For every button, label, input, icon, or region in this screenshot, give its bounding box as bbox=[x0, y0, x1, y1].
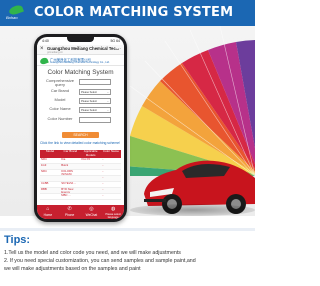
chevron-down-icon: ⌄ bbox=[106, 100, 109, 103]
language-icon: ◍ bbox=[110, 206, 116, 212]
status-time: 4:40 bbox=[42, 39, 49, 43]
status-indicators: 5G 64 bbox=[110, 39, 120, 43]
phone-mockup: 4:40 5G 64 × Guangzhou Meiliang Chemical… bbox=[34, 34, 127, 222]
table-cell bbox=[81, 170, 101, 175]
table-cell: SKYEVIA ... bbox=[61, 182, 77, 185]
chevron-down-icon: ⌄ bbox=[106, 91, 109, 94]
model-value: Please Select bbox=[81, 100, 97, 103]
car-brand-label: Car Brand bbox=[50, 88, 70, 93]
model-select[interactable]: Please Select ⌄ bbox=[79, 98, 111, 104]
color-name-value: Please Select bbox=[81, 109, 97, 112]
table-row[interactable]: MBC ... ... bbox=[40, 194, 121, 200]
tab-wechat-label: WeChat bbox=[85, 213, 98, 217]
form-row-color-number: Color Number bbox=[43, 116, 119, 125]
product-image: Bohao COLOR MATCHING SYSTEM 4:40 5G 64 ×… bbox=[0, 0, 255, 286]
column-header: Color Name bbox=[102, 149, 119, 154]
tips-title: Tips: bbox=[4, 234, 31, 246]
table-cell: 1G3 bbox=[41, 164, 47, 167]
table-cell: ... bbox=[101, 170, 105, 173]
status-bar: 4:40 5G 64 bbox=[37, 37, 124, 45]
phone-screen: 4:40 5G 64 × Guangzhou Meiliang Chemical… bbox=[37, 37, 124, 219]
tab-language[interactable]: ◍ Please select language bbox=[102, 205, 124, 219]
car-shadow bbox=[130, 204, 255, 216]
table-cell: NR4 bbox=[41, 170, 47, 173]
table-cell: ... bbox=[101, 176, 105, 179]
tab-language-label: Please select language bbox=[105, 213, 121, 219]
table-cell: Kia bbox=[61, 158, 66, 161]
table-cell: BYD New Energy bbox=[61, 188, 74, 193]
table-cell: Buick bbox=[61, 164, 69, 167]
form-row-query: Comprehensive query bbox=[43, 78, 119, 88]
company-logo-icon bbox=[39, 56, 49, 66]
table-cell: CLBB bbox=[41, 182, 49, 185]
query-input[interactable] bbox=[79, 79, 111, 85]
table-cell bbox=[81, 176, 101, 181]
table-cell: ... bbox=[101, 188, 105, 191]
table-cell bbox=[81, 194, 101, 199]
table-cell: ... bbox=[101, 164, 105, 167]
tip-line-3: we will make adjustments based on the sa… bbox=[4, 266, 141, 272]
tips-section: Tips: 1.Tell us the model and color code… bbox=[0, 228, 255, 286]
table-cell: MBC ... bbox=[61, 194, 71, 197]
car-brand-value: Please Select bbox=[81, 91, 97, 94]
form-row-car-brand: Car Brand Please Select ⌄ bbox=[43, 88, 119, 97]
results-table: Model Car Brand Applicable Models Color … bbox=[40, 150, 121, 200]
company-name-en: Guangzhou Meiliang Chemical Technology C… bbox=[50, 61, 110, 64]
page-url: gzmeiliang.cn bbox=[47, 51, 63, 54]
table-cell bbox=[60, 176, 80, 181]
divider bbox=[0, 228, 255, 231]
color-name-label: Color Name bbox=[49, 106, 71, 111]
table-cell: KOLORS (NISAN) bbox=[61, 170, 73, 175]
column-header: Applicable Models bbox=[83, 149, 98, 157]
form-title: Color Matching System bbox=[47, 69, 114, 76]
link-note[interactable]: Click the link to view detailed color ma… bbox=[40, 141, 122, 145]
table-cell: ... bbox=[101, 182, 105, 185]
query-label: Comprehensive query bbox=[45, 78, 74, 88]
chevron-down-icon: ⌄ bbox=[106, 109, 109, 112]
tip-line-2: 2. If you need special customization, yo… bbox=[4, 258, 196, 264]
tab-phone[interactable]: ✆ Phone bbox=[59, 205, 81, 219]
more-icon[interactable]: ⋯ bbox=[116, 46, 121, 52]
form-row-model: Model Please Select ⌄ bbox=[43, 97, 119, 106]
brand-logo: Bohao bbox=[6, 3, 26, 21]
banner-title: COLOR MATCHING SYSTEM bbox=[34, 5, 234, 20]
wechat-icon: ◎ bbox=[89, 206, 94, 212]
tip-line-1: 1.Tell us the model and color code you n… bbox=[4, 250, 181, 256]
table-cell bbox=[81, 188, 101, 193]
color-number-input[interactable] bbox=[79, 117, 111, 123]
table-cell bbox=[40, 194, 60, 199]
table-header: Model Car Brand Applicable Models Color … bbox=[40, 150, 121, 158]
tab-home[interactable]: ⌂ Home bbox=[37, 205, 59, 219]
table-cell: RBB bbox=[41, 188, 47, 191]
tab-phone-label: Phone bbox=[65, 213, 75, 217]
company-header: 广州美良化工科技有限公司 Guangzhou Meiliang Chemical… bbox=[37, 56, 124, 66]
table-cell: ... bbox=[101, 194, 105, 197]
tab-wechat[interactable]: ◎ WeChat bbox=[81, 205, 103, 219]
table-cell bbox=[81, 164, 101, 169]
title-banner: Bohao COLOR MATCHING SYSTEM bbox=[0, 0, 255, 26]
table-cell: KIA K5 bbox=[81, 158, 91, 161]
column-header: Car Brand bbox=[63, 149, 78, 154]
search-button[interactable]: SEARCH bbox=[62, 132, 99, 138]
color-number-label: Color Number bbox=[47, 116, 73, 121]
bottom-tab-bar: ⌂ Home ✆ Phone ◎ WeChat ◍ Please select … bbox=[37, 205, 124, 219]
table-cell: ... bbox=[101, 158, 105, 161]
phone-icon: ✆ bbox=[67, 206, 72, 212]
brand-logo-text: Bohao bbox=[6, 15, 18, 20]
model-label: Model bbox=[54, 97, 66, 102]
home-icon: ⌂ bbox=[46, 206, 50, 212]
close-icon[interactable]: × bbox=[40, 46, 44, 52]
table-cell bbox=[81, 182, 101, 187]
table-cell bbox=[40, 176, 60, 181]
car-brand-select[interactable]: Please Select ⌄ bbox=[79, 89, 111, 95]
browser-app-bar: × Guangzhou Meiliang Chemical Tec... gzm… bbox=[37, 45, 124, 55]
color-name-select[interactable]: Please Select ⌄ bbox=[79, 107, 111, 113]
column-header: Model bbox=[46, 149, 55, 154]
form-row-color-name: Color Name Please Select ⌄ bbox=[43, 106, 119, 115]
tab-home-label: Home bbox=[43, 213, 53, 217]
table-cell: NR4 bbox=[41, 158, 47, 161]
